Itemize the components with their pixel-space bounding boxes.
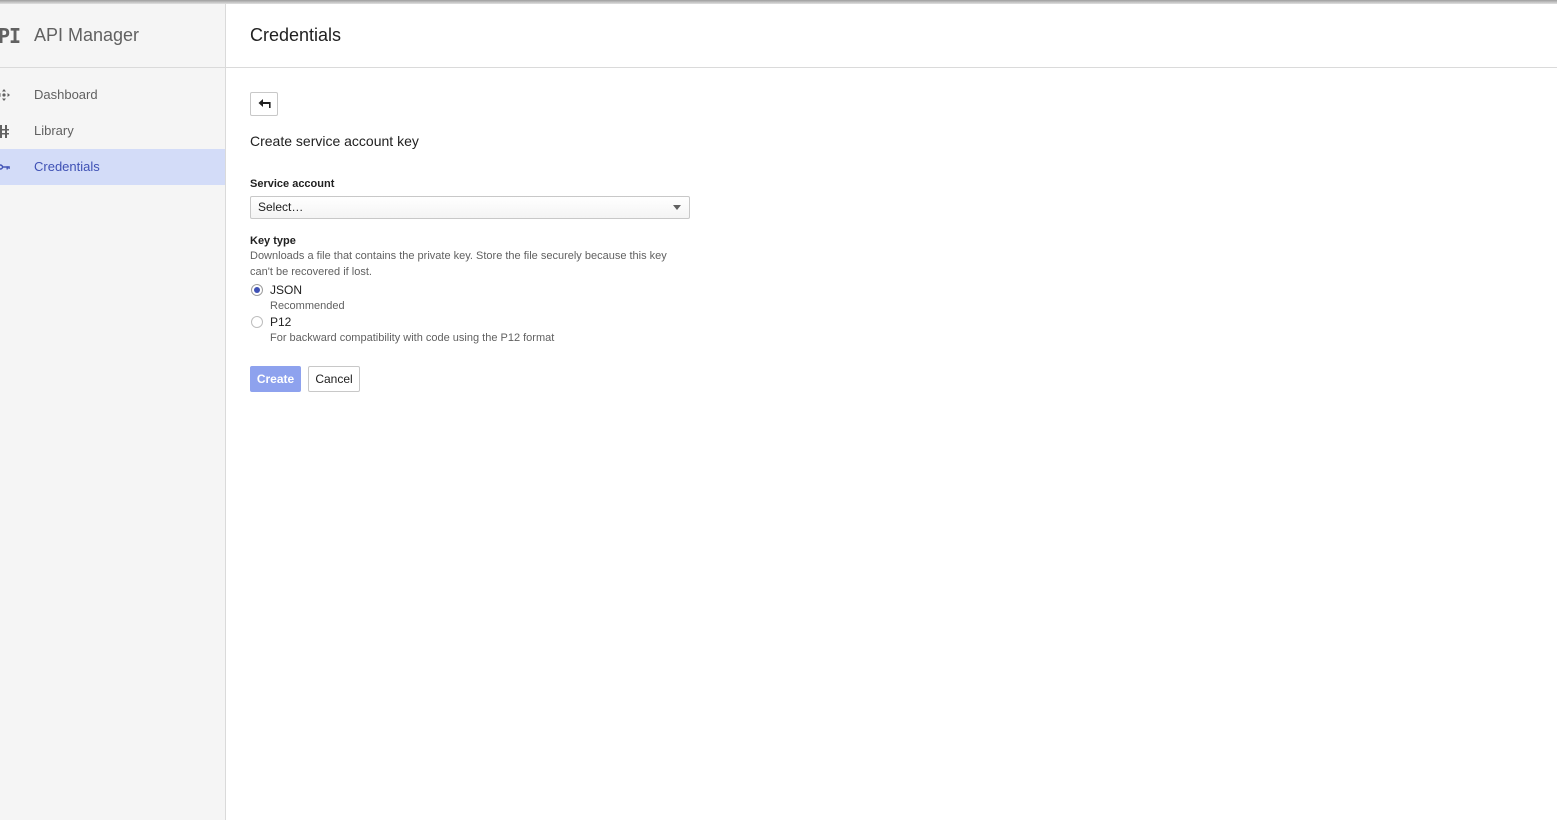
sidebar-nav: Dashboard Library Credentials [0,77,225,185]
json-description: Recommended [270,300,345,312]
page-header: Credentials [226,4,1557,68]
key-type-help: Downloads a file that contains the priva… [250,250,667,278]
service-account-label: Service account [250,178,335,190]
p12-description: For backward compatibility with code usi… [270,332,555,344]
create-button[interactable]: Create [250,366,301,392]
main-content: Credentials Create service account key S… [226,4,1557,820]
back-button[interactable] [250,92,278,116]
json-radio[interactable] [251,284,263,296]
sidebar-item-library[interactable]: Library [0,113,225,149]
sidebar-item-label: Credentials [34,159,100,174]
json-label[interactable]: JSON [270,283,302,297]
sidebar-item-dashboard[interactable]: Dashboard [0,77,225,113]
sidebar-item-label: Library [34,123,74,138]
dashboard-icon [0,77,11,113]
library-icon [0,113,11,149]
p12-radio[interactable] [251,316,263,328]
page-title: Credentials [250,25,342,45]
cancel-button[interactable]: Cancel [308,366,360,392]
sidebar: PI API Manager Dashboard Library Credent… [0,4,226,820]
sidebar-header: PI API Manager [0,4,225,68]
service-account-select[interactable]: Select… [250,196,690,219]
app-title[interactable]: API Manager [34,25,139,46]
key-icon [0,149,11,185]
back-arrow-icon [258,95,271,113]
service-account-value: Select… [258,200,304,214]
chevron-down-icon [673,205,681,210]
sidebar-item-label: Dashboard [34,87,98,102]
form-title: Create service account key [250,133,419,149]
key-type-label: Key type [250,235,296,247]
sidebar-item-credentials[interactable]: Credentials [0,149,225,185]
p12-label[interactable]: P12 [270,315,291,329]
api-logo: PI [0,24,21,48]
